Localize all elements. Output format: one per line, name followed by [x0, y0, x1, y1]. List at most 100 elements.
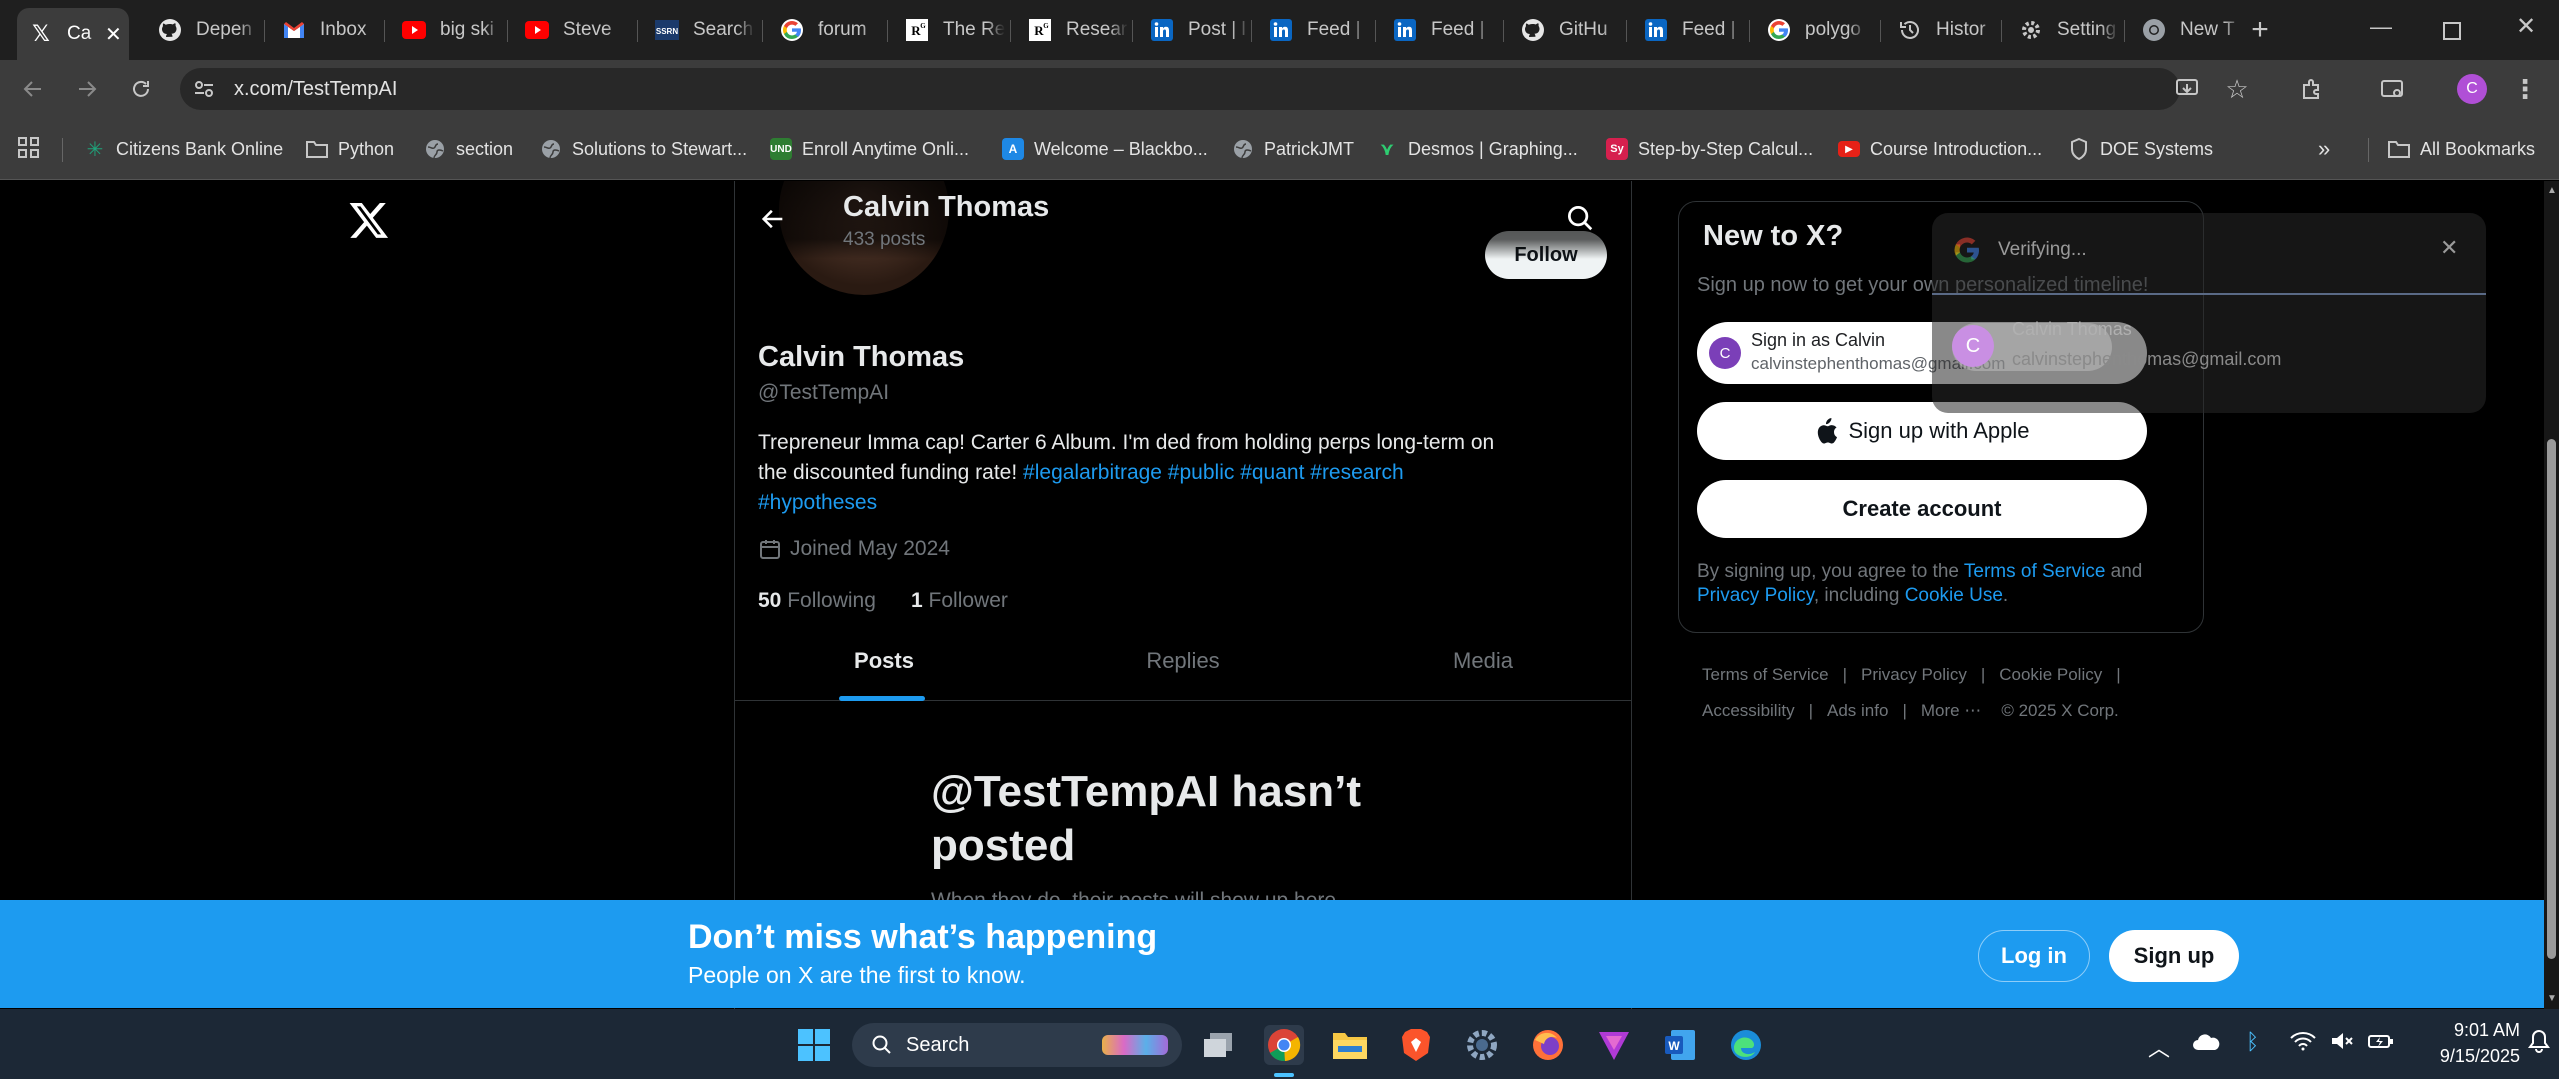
- install-app-icon[interactable]: [2170, 72, 2204, 106]
- bookmark-star-icon[interactable]: ☆: [2220, 72, 2254, 106]
- tab-posts[interactable]: Posts: [735, 621, 1033, 701]
- terms-of-service-link[interactable]: Terms of Service: [1964, 561, 2105, 582]
- bookmark-doe-systems[interactable]: DOE Systems: [2068, 136, 2213, 162]
- vpn-app-icon[interactable]: [1594, 1025, 1634, 1065]
- shield-icon: [2068, 138, 2090, 160]
- bookmark-desmos[interactable]: ⋎ Desmos | Graphing...: [1376, 136, 1578, 162]
- bookmark-python-folder[interactable]: Python: [306, 136, 394, 162]
- bio-hashtag-hypotheses[interactable]: #hypotheses: [758, 488, 1618, 518]
- menu-kebab-icon[interactable]: ⋮: [2508, 72, 2542, 106]
- footer-accessibility-link[interactable]: Accessibility: [1702, 701, 1795, 721]
- clock[interactable]: 9:01 AM 9/15/2025: [2410, 1017, 2520, 1069]
- bookmark-section[interactable]: section: [424, 136, 513, 162]
- tab-4[interactable]: big ski: [390, 12, 502, 48]
- tab-active[interactable]: 𝕏 Ca ✕: [17, 8, 129, 60]
- tab-15[interactable]: polygo: [1755, 12, 1867, 48]
- taskbar-search[interactable]: Search: [852, 1023, 1182, 1067]
- all-bookmarks[interactable]: All Bookmarks: [2388, 136, 2535, 162]
- word-icon[interactable]: W: [1660, 1025, 1700, 1065]
- footer-cookie-link[interactable]: Cookie Policy: [1999, 665, 2102, 685]
- back-button[interactable]: [16, 72, 50, 106]
- desmos-icon: ⋎: [1379, 138, 1395, 159]
- tab-replies[interactable]: Replies: [1033, 621, 1333, 701]
- tray-chevron-icon[interactable]: ︿: [2148, 1031, 2170, 1063]
- svg-text:SSRN: SSRN: [656, 27, 678, 36]
- tab-17[interactable]: Setting: [2007, 12, 2119, 48]
- tab-3[interactable]: Inbox: [270, 12, 382, 48]
- tab-9[interactable]: R G Resear: [1016, 12, 1128, 48]
- tab-14[interactable]: Feed |: [1632, 12, 1744, 48]
- omnibox[interactable]: x.com/TestTempAI: [180, 68, 2180, 110]
- bookmark-blackboard[interactable]: A Welcome – Blackbo...: [1002, 136, 1208, 162]
- cookie-use-link[interactable]: Cookie Use: [1905, 585, 2003, 606]
- reload-button[interactable]: [124, 72, 158, 106]
- file-explorer-icon[interactable]: [1330, 1025, 1370, 1065]
- followers-count[interactable]: 1 Follower: [911, 589, 1008, 613]
- bookmark-symbolab[interactable]: Sy Step-by-Step Calcul...: [1606, 136, 1813, 162]
- tab-18[interactable]: New T: [2130, 12, 2242, 48]
- task-view-icon[interactable]: [1198, 1025, 1238, 1065]
- system-tray-status[interactable]: [2290, 1031, 2394, 1051]
- minimize-button[interactable]: —: [2370, 14, 2392, 40]
- apps-grid-icon[interactable]: [18, 137, 40, 159]
- scroll-up-arrow-icon[interactable]: ▲: [2547, 185, 2557, 196]
- tab-11[interactable]: Feed |: [1257, 12, 1369, 48]
- tab-media[interactable]: Media: [1333, 621, 1633, 701]
- tab-5[interactable]: Steve: [513, 12, 625, 48]
- signup-button[interactable]: Sign up: [2109, 930, 2239, 982]
- privacy-policy-link[interactable]: Privacy Policy: [1697, 585, 1814, 606]
- bio-hashtags[interactable]: #legalarbitrage #public #quant #research: [1023, 461, 1404, 484]
- extensions-icon[interactable]: [2295, 72, 2329, 106]
- scroll-down-arrow-icon[interactable]: ▼: [2547, 993, 2557, 1004]
- firefox-icon[interactable]: [1528, 1025, 1568, 1065]
- footer-more-link[interactable]: More ⋯: [1921, 701, 1981, 721]
- linkedin-icon: [1269, 18, 1293, 42]
- bluetooth-icon[interactable]: ᛒ: [2246, 1029, 2259, 1055]
- forward-button[interactable]: [70, 72, 104, 106]
- back-arrow-icon[interactable]: [759, 205, 787, 233]
- cast-icon[interactable]: [2375, 72, 2409, 106]
- chrome-taskbar-icon[interactable]: [1264, 1025, 1304, 1065]
- footer-terms-link[interactable]: Terms of Service: [1702, 665, 1829, 685]
- onedrive-icon[interactable]: [2192, 1033, 2220, 1051]
- search-icon[interactable]: [1565, 203, 1595, 233]
- settings-gear-icon[interactable]: [1462, 1025, 1502, 1065]
- header-post-count: 433 posts: [843, 229, 926, 250]
- bookmark-patrickjmt[interactable]: PatrickJMT: [1232, 136, 1354, 162]
- new-tab-button[interactable]: +: [2240, 12, 2280, 48]
- login-button[interactable]: Log in: [1978, 930, 2090, 982]
- tab-6[interactable]: SSRN Search: [643, 12, 755, 48]
- restore-button[interactable]: [2443, 22, 2461, 40]
- create-account-button[interactable]: Create account: [1697, 480, 2147, 538]
- tab-2[interactable]: Depen: [146, 12, 258, 48]
- site-info-icon[interactable]: [192, 77, 216, 101]
- tab-12[interactable]: Feed |: [1381, 12, 1493, 48]
- footer-privacy-link[interactable]: Privacy Policy: [1861, 665, 1967, 685]
- following-count[interactable]: 50 Following: [758, 589, 876, 613]
- page-scrollbar[interactable]: ▲ ▼: [2544, 181, 2559, 1009]
- bookmark-citizens-bank[interactable]: ✳ Citizens Bank Online: [84, 136, 283, 162]
- more-bookmarks-chevron-icon[interactable]: »: [2318, 136, 2330, 162]
- popup-close-icon[interactable]: ✕: [2440, 235, 2458, 261]
- tab-16[interactable]: Histor: [1886, 12, 1998, 48]
- tab-10[interactable]: Post | l: [1138, 12, 1250, 48]
- windows-start-icon[interactable]: [794, 1025, 834, 1065]
- citizens-bank-icon: ✳: [86, 138, 104, 161]
- footer-ads-info-link[interactable]: Ads info: [1827, 701, 1888, 721]
- tab-separator: [2124, 20, 2125, 42]
- bookmark-course-intro[interactable]: ▶ Course Introduction...: [1838, 136, 2042, 162]
- youtube-icon: ▶: [1838, 141, 1860, 157]
- close-tab-icon[interactable]: ✕: [105, 22, 122, 47]
- brave-browser-icon[interactable]: [1396, 1025, 1436, 1065]
- close-window-button[interactable]: ✕: [2516, 12, 2536, 41]
- scrollbar-thumb[interactable]: [2547, 439, 2556, 959]
- tab-8[interactable]: R G The Re: [893, 12, 1005, 48]
- notification-bell-icon[interactable]: [2528, 1029, 2550, 1053]
- x-home-logo-icon[interactable]: [348, 199, 390, 241]
- tab-13[interactable]: GitHu: [1509, 12, 1621, 48]
- bookmark-solutions-stewart[interactable]: Solutions to Stewart...: [540, 136, 747, 162]
- edge-icon[interactable]: [1726, 1025, 1766, 1065]
- bookmark-enroll-anytime[interactable]: UND Enroll Anytime Onli...: [770, 136, 969, 162]
- tab-7[interactable]: forum: [768, 12, 880, 48]
- profile-avatar[interactable]: C: [2455, 72, 2489, 106]
